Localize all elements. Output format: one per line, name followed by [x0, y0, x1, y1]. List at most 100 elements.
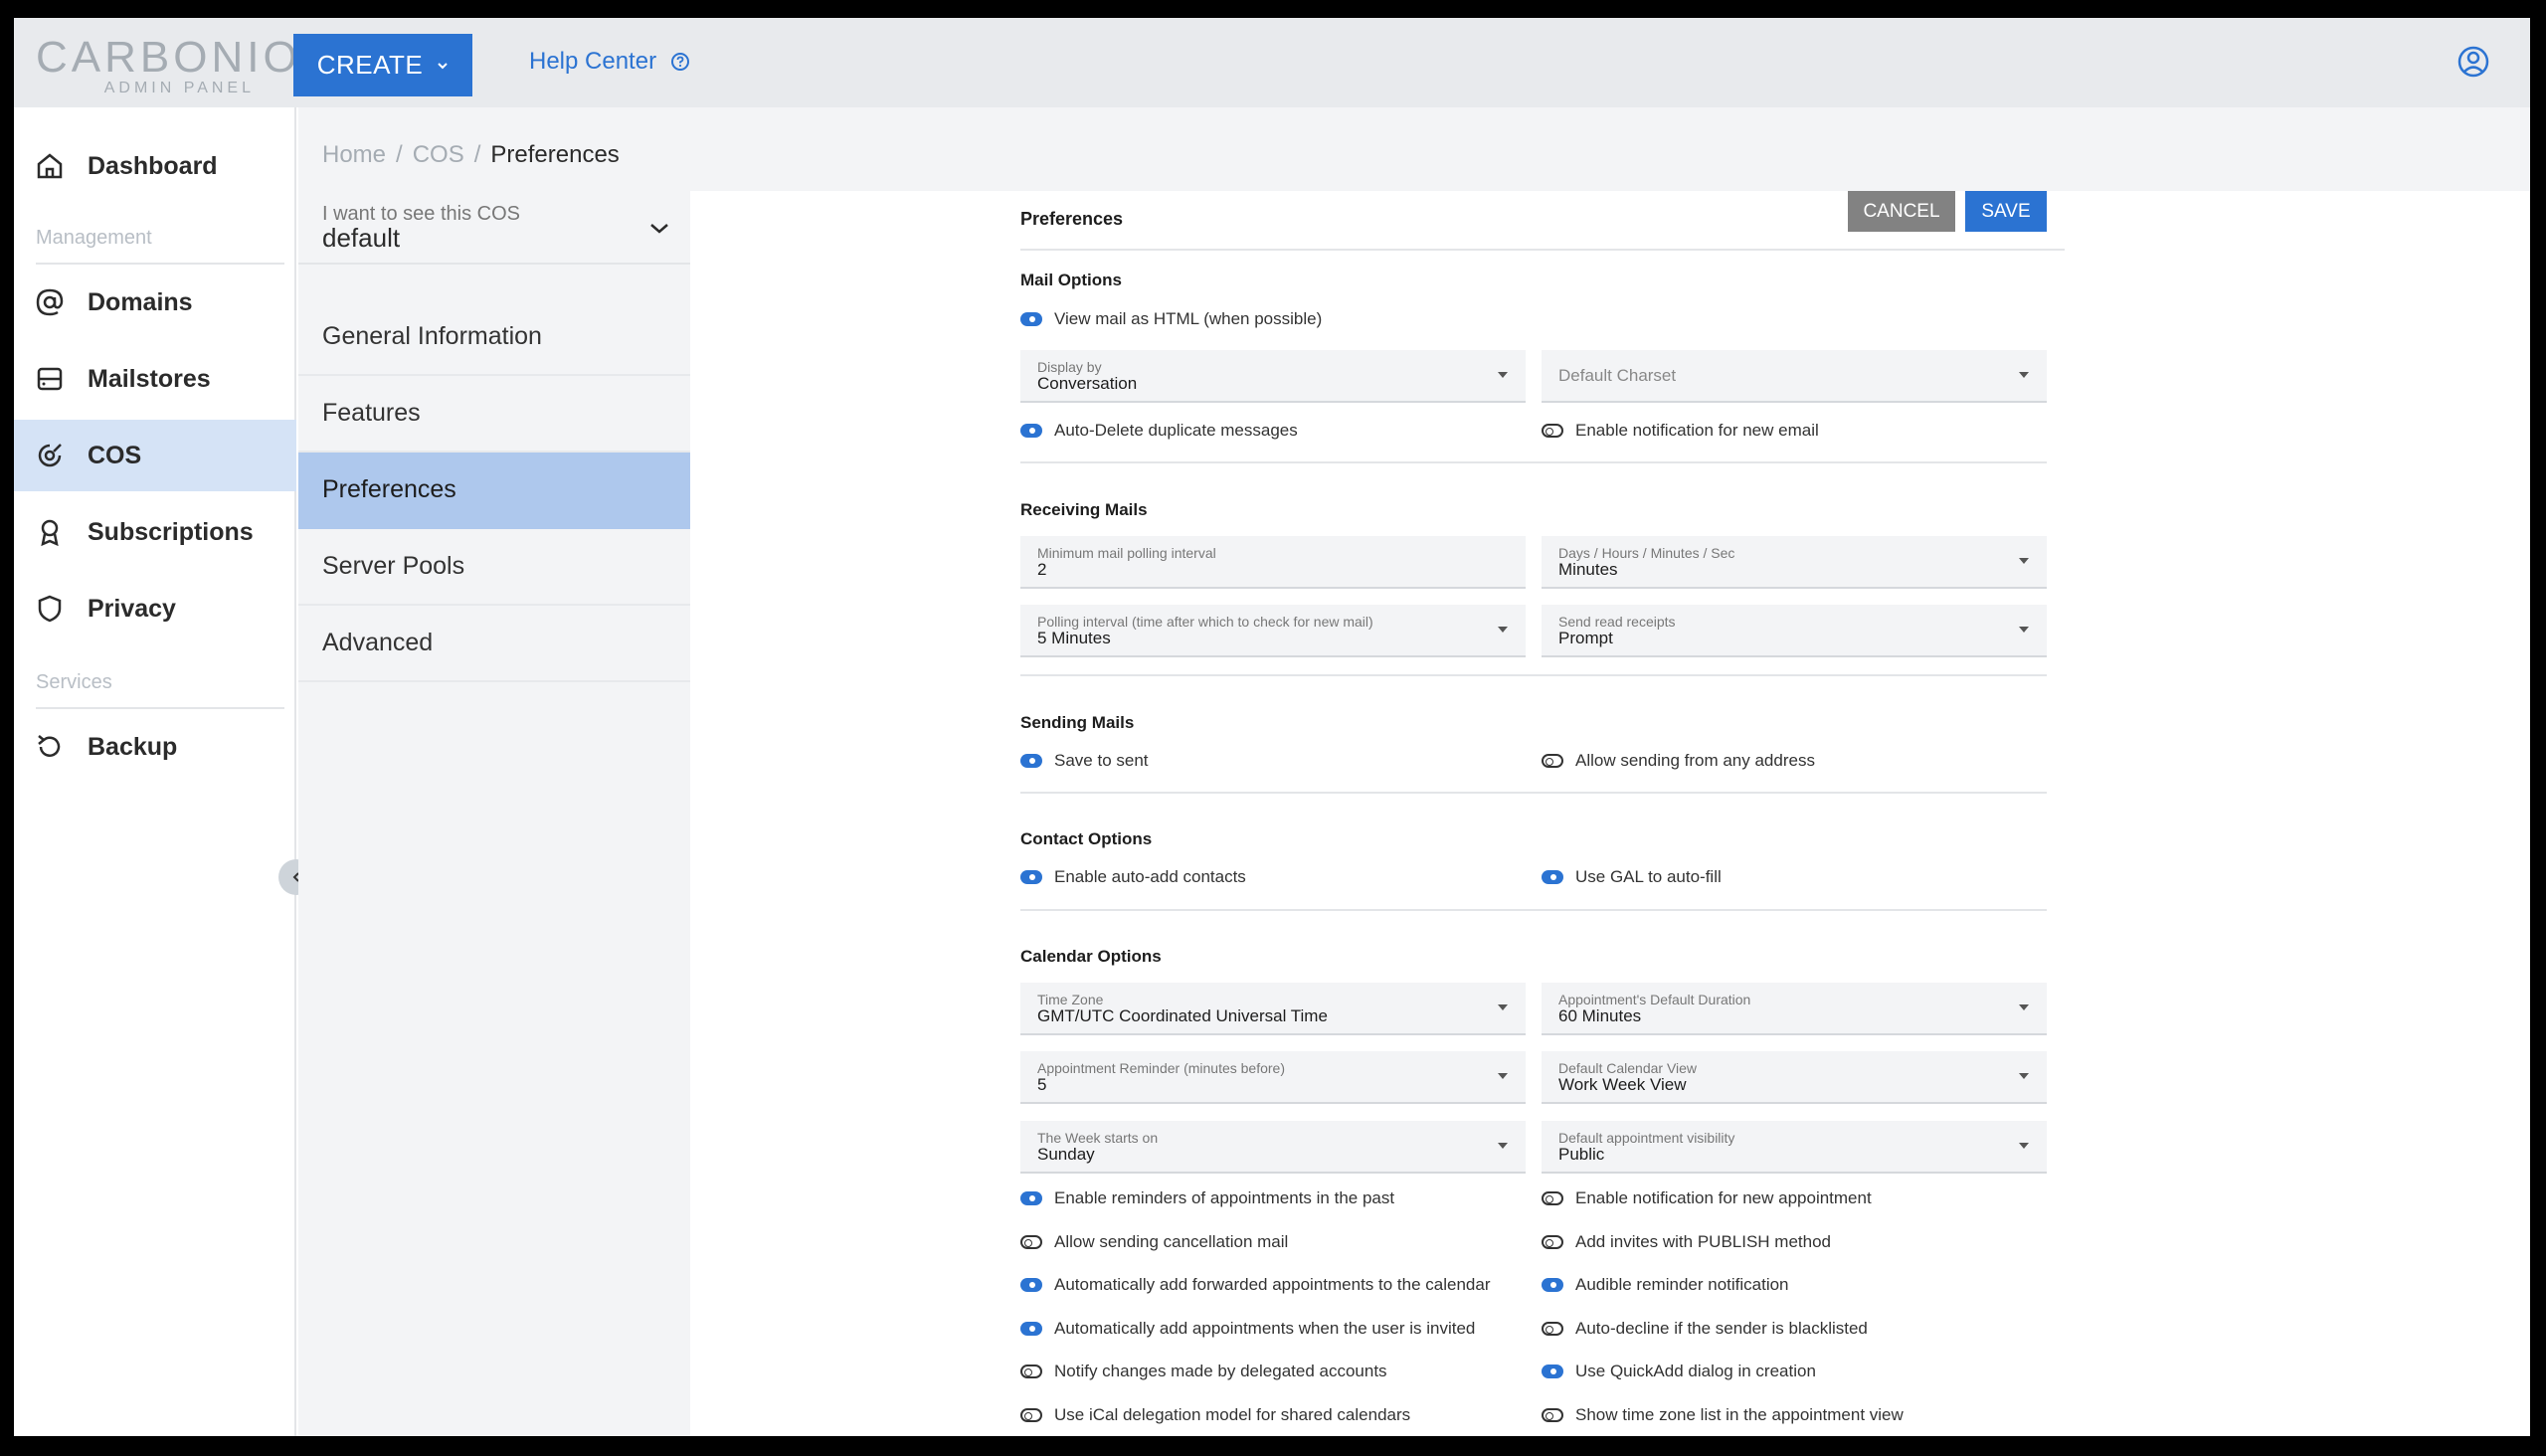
calendar-toggle-row[interactable]: Add invites with PUBLISH method	[1542, 1232, 1831, 1252]
subnav-item-advanced[interactable]: Advanced	[298, 606, 690, 682]
calendar-toggle-row[interactable]: Notify changes made by delegated account…	[1020, 1362, 1387, 1381]
toggle-switch[interactable]	[1020, 1408, 1042, 1422]
toggle-switch[interactable]	[1020, 1322, 1042, 1336]
toggle-switch[interactable]	[1020, 1365, 1042, 1378]
left-navigation: Dashboard Management Domains Mailstores …	[14, 107, 314, 1436]
toggle-switch[interactable]	[1020, 754, 1042, 768]
default-duration-select[interactable]: Appointment's Default Duration 60 Minute…	[1542, 983, 2047, 1035]
appointment-visibility-select[interactable]: Default appointment visibility Public	[1542, 1121, 2047, 1174]
calendar-toggle-row[interactable]: Automatically add appointments when the …	[1020, 1319, 1475, 1339]
toggle-auto-add-contacts[interactable]: Enable auto-add contacts	[1020, 867, 1246, 887]
user-account-icon[interactable]	[2456, 45, 2490, 79]
toggle-switch[interactable]	[1020, 870, 1042, 884]
toggle-auto-delete[interactable]: Auto-Delete duplicate messages	[1020, 421, 1298, 441]
nav-item-mailstores[interactable]: Mailstores	[14, 343, 296, 415]
toggle-switch[interactable]	[1020, 1191, 1042, 1205]
create-button[interactable]: CREATE	[293, 34, 472, 96]
help-center-link[interactable]: Help Center	[529, 48, 690, 76]
home-icon	[37, 153, 63, 179]
toggle-switch[interactable]	[1542, 1322, 1563, 1336]
calendar-toggle-row[interactable]: Show time zone list in the appointment v…	[1542, 1405, 1904, 1425]
toggle-save-to-sent[interactable]: Save to sent	[1020, 751, 1149, 771]
field-label: Appointment's Default Duration	[1558, 992, 1751, 1007]
toggle-switch[interactable]	[1542, 1278, 1563, 1292]
section-title-mail-options: Mail Options	[1020, 271, 1122, 289]
logo-text: CARBONIO	[36, 33, 301, 82]
save-button[interactable]: SAVE	[1965, 191, 2047, 232]
toggle-view-html[interactable]: View mail as HTML (when possible)	[1020, 309, 1322, 329]
cos-selector[interactable]: I want to see this COS default	[298, 191, 690, 265]
toggle-label: Allow sending cancellation mail	[1054, 1232, 1289, 1251]
toggle-allow-any-address[interactable]: Allow sending from any address	[1542, 751, 1815, 771]
section-title-receiving: Receiving Mails	[1020, 500, 1148, 519]
toggle-label: Enable notification for new appointment	[1575, 1188, 1872, 1207]
breadcrumb-home[interactable]: Home	[322, 141, 386, 169]
field-label: Polling interval (time after which to ch…	[1037, 614, 1373, 630]
calendar-toggle-row[interactable]: Enable notification for new appointment	[1542, 1188, 1872, 1208]
calendar-toggle-row[interactable]: Enable reminders of appointments in the …	[1020, 1188, 1394, 1208]
toggle-switch[interactable]	[1542, 754, 1563, 768]
nav-divider	[36, 707, 284, 709]
calendar-toggle-row[interactable]: Allow sending cancellation mail	[1020, 1232, 1288, 1252]
appointment-reminder-select[interactable]: Appointment Reminder (minutes before) 5	[1020, 1051, 1526, 1104]
toggle-switch[interactable]	[1542, 1235, 1563, 1249]
caret-down-icon	[1498, 372, 1508, 378]
breadcrumb-cos[interactable]: COS	[413, 141, 464, 169]
caret-down-icon	[1498, 1073, 1508, 1079]
question-circle-icon	[671, 53, 690, 71]
field-value: Public	[1558, 1145, 1605, 1164]
nav-item-backup[interactable]: Backup	[14, 711, 296, 783]
nav-item-domains[interactable]: Domains	[14, 267, 296, 338]
calendar-toggle-row[interactable]: Audible reminder notification	[1542, 1275, 1789, 1295]
toggle-switch[interactable]	[1020, 424, 1042, 438]
toggle-switch[interactable]	[1020, 1278, 1042, 1292]
cancel-button[interactable]: CANCEL	[1848, 191, 1955, 232]
section-title-contacts: Contact Options	[1020, 829, 1153, 848]
display-by-select[interactable]: Display by Conversation	[1020, 350, 1526, 403]
nav-item-subscriptions[interactable]: Subscriptions	[14, 496, 296, 568]
app-window: CARBONIO ADMIN PANEL CREATE Help Center …	[14, 18, 2530, 1436]
calendar-toggle-row[interactable]: Use iCal delegation model for shared cal…	[1020, 1405, 1410, 1425]
toggle-label: Automatically add appointments when the …	[1054, 1319, 1476, 1338]
section-title-sending: Sending Mails	[1020, 713, 1135, 732]
field-value: GMT/UTC Coordinated Universal Time	[1037, 1006, 1328, 1025]
toggle-switch[interactable]	[1542, 870, 1563, 884]
section-divider	[1020, 674, 2047, 676]
nav-item-dashboard[interactable]: Dashboard	[14, 130, 296, 202]
nav-item-privacy[interactable]: Privacy	[14, 573, 296, 644]
nav-item-cos[interactable]: COS	[14, 420, 296, 491]
time-zone-select[interactable]: Time Zone GMT/UTC Coordinated Universal …	[1020, 983, 1526, 1035]
read-receipts-select[interactable]: Send read receipts Prompt	[1542, 605, 2047, 657]
chevron-down-icon	[438, 62, 448, 69]
toggle-switch[interactable]	[1542, 1408, 1563, 1422]
default-charset-select[interactable]: Default Charset	[1542, 350, 2047, 403]
time-unit-select[interactable]: Days / Hours / Minutes / Sec Minutes	[1542, 536, 2047, 589]
field-value: 60 Minutes	[1558, 1006, 1642, 1025]
subnav-item-general-information[interactable]: General Information	[298, 299, 690, 376]
calendar-toggle-row[interactable]: Auto-decline if the sender is blackliste…	[1542, 1319, 1868, 1339]
toggle-switch[interactable]	[1542, 424, 1563, 438]
toggle-use-gal[interactable]: Use GAL to auto-fill	[1542, 867, 1722, 887]
caret-down-icon	[1498, 1004, 1508, 1010]
subnav-item-preferences[interactable]: Preferences	[298, 453, 690, 529]
default-calendar-view-select[interactable]: Default Calendar View Work Week View	[1542, 1051, 2047, 1104]
caret-down-icon	[2019, 1143, 2029, 1149]
toggle-notify-new-email[interactable]: Enable notification for new email	[1542, 421, 1819, 441]
caret-down-icon	[2019, 627, 2029, 633]
polling-interval-select[interactable]: Polling interval (time after which to ch…	[1020, 605, 1526, 657]
toggle-switch[interactable]	[1020, 312, 1042, 326]
subnav-item-server-pools[interactable]: Server Pools	[298, 529, 690, 606]
calendar-toggle-row[interactable]: Use QuickAdd dialog in creation	[1542, 1362, 1816, 1381]
toggle-label: Audible reminder notification	[1575, 1275, 1789, 1294]
toggle-switch[interactable]	[1020, 1235, 1042, 1249]
subnav-item-features[interactable]: Features	[298, 376, 690, 453]
nav-divider	[36, 263, 284, 265]
week-start-select[interactable]: The Week starts on Sunday	[1020, 1121, 1526, 1174]
min-polling-interval-input[interactable]: Minimum mail polling interval 2	[1020, 536, 1526, 589]
toggle-switch[interactable]	[1542, 1365, 1563, 1378]
calendar-toggle-row[interactable]: Automatically add forwarded appointments…	[1020, 1275, 1490, 1295]
toggle-switch[interactable]	[1542, 1191, 1563, 1205]
toggle-label: Use QuickAdd dialog in creation	[1575, 1362, 1816, 1380]
carbonio-logo[interactable]: CARBONIO ADMIN PANEL	[36, 33, 301, 97]
toggle-label: Auto-decline if the sender is blackliste…	[1575, 1319, 1868, 1338]
